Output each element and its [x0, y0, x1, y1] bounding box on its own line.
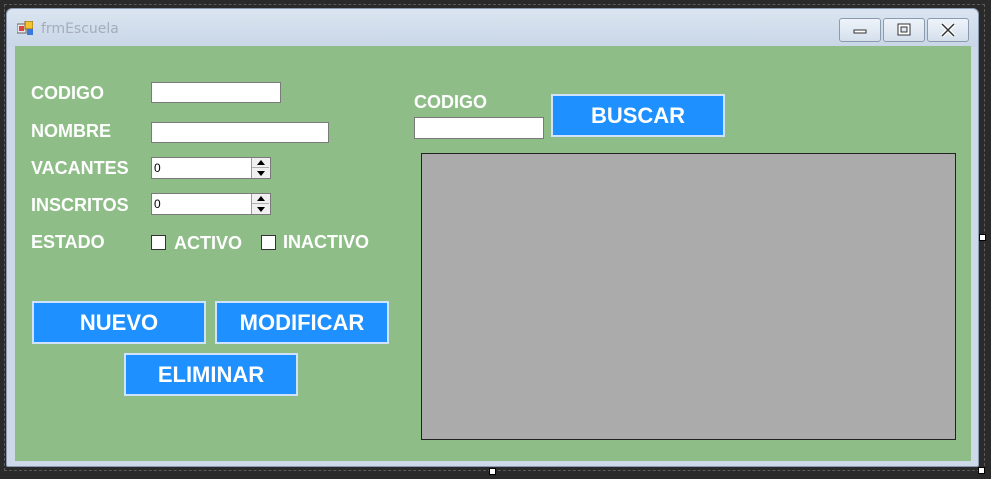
codigo-label: CODIGO — [31, 83, 105, 103]
vacantes-stepper[interactable]: 0 — [151, 157, 271, 179]
maximize-icon — [897, 23, 911, 36]
spin-down-icon[interactable] — [252, 168, 269, 178]
form-window: frmEscuela CODIGO NOMBRE VACANTES 0 INSC… — [6, 8, 979, 467]
results-grid[interactable] — [421, 153, 956, 440]
inscritos-spin-buttons[interactable] — [251, 194, 270, 214]
vacantes-label: VACANTES — [31, 158, 129, 178]
nombre-label: NOMBRE — [31, 121, 111, 141]
spin-up-icon[interactable] — [252, 158, 269, 168]
vacantes-spin-buttons[interactable] — [251, 158, 270, 178]
activo-label[interactable]: ACTIVO — [174, 233, 242, 254]
buscar-button[interactable]: BUSCAR — [551, 94, 725, 137]
nuevo-button[interactable]: NUEVO — [32, 301, 206, 344]
search-codigo-label: CODIGO — [414, 92, 488, 112]
estado-label: ESTADO — [31, 232, 105, 252]
maximize-button[interactable] — [883, 18, 925, 42]
resize-handle-right[interactable] — [979, 234, 986, 241]
close-icon — [940, 23, 956, 37]
inscritos-stepper[interactable]: 0 — [151, 193, 271, 215]
title-bar[interactable]: frmEscuela — [7, 9, 978, 47]
close-button[interactable] — [927, 18, 969, 42]
inscritos-value: 0 — [154, 197, 161, 211]
minimize-button[interactable] — [839, 18, 881, 42]
window-title: frmEscuela — [41, 21, 119, 37]
modificar-button[interactable]: MODIFICAR — [215, 301, 389, 344]
vacantes-value: 0 — [154, 161, 161, 175]
resize-handle-bottom[interactable] — [489, 468, 496, 475]
inscritos-label: INSCRITOS — [31, 195, 129, 215]
search-codigo-field[interactable] — [414, 117, 544, 139]
spin-up-icon[interactable] — [252, 194, 269, 204]
codigo-field[interactable] — [151, 82, 281, 103]
eliminar-button[interactable]: ELIMINAR — [124, 353, 298, 396]
minimize-icon — [853, 29, 867, 34]
activo-checkbox[interactable] — [151, 235, 166, 250]
form-icon — [17, 21, 33, 35]
resize-handle-corner[interactable] — [978, 467, 985, 474]
form-client-area: CODIGO NOMBRE VACANTES 0 INSCRITOS 0 EST… — [15, 46, 971, 461]
inactivo-label[interactable]: INACTIVO — [283, 232, 369, 253]
spin-down-icon[interactable] — [252, 204, 269, 214]
nombre-field[interactable] — [151, 122, 329, 143]
inactivo-checkbox[interactable] — [261, 235, 276, 250]
